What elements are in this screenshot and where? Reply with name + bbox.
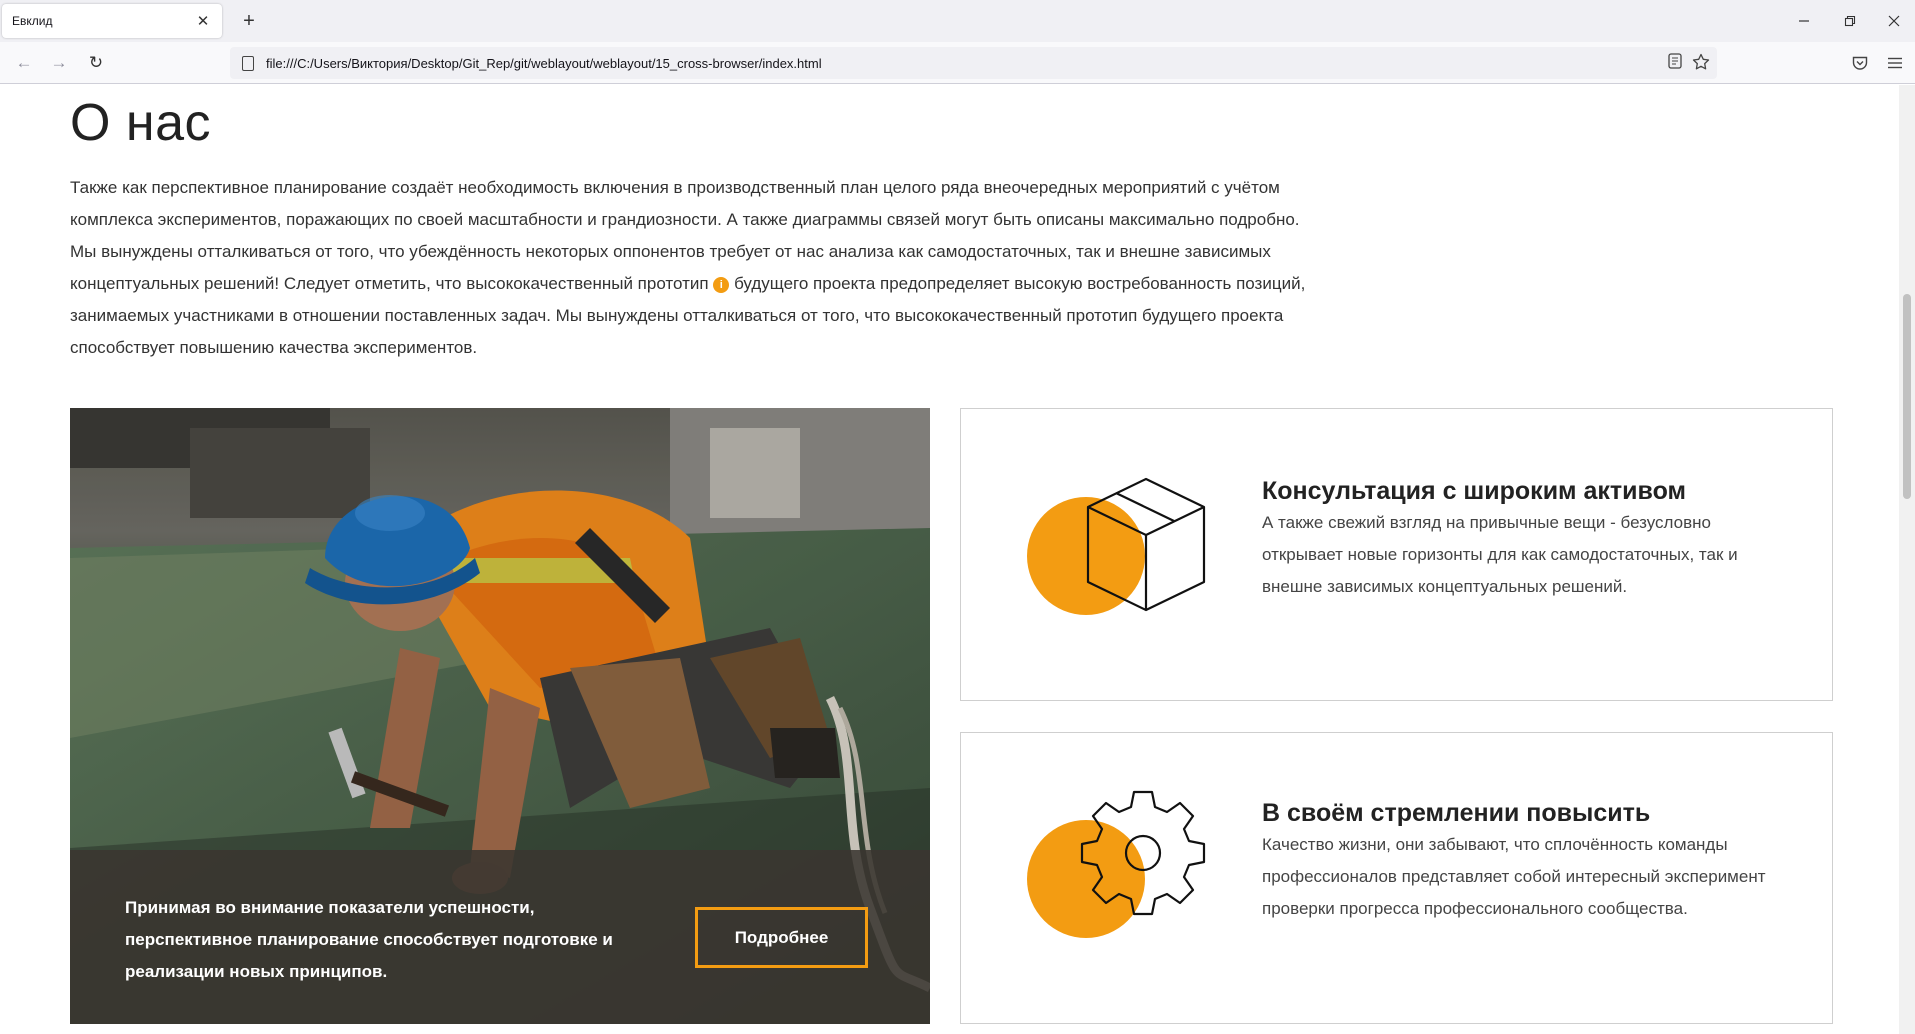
reader-view-icon[interactable] <box>1665 53 1685 74</box>
menu-icon[interactable] <box>1884 56 1906 74</box>
feature-title-consultation: Консультация с широким активом <box>1262 477 1686 505</box>
minimize-icon <box>1799 20 1809 22</box>
gear-icon <box>1027 790 1206 938</box>
box-icon <box>1027 477 1206 615</box>
feature-card-improvement: В своём стремлении повысить Качество жиз… <box>960 732 1833 1024</box>
browser-nav-bar: ← → ↻ file:///C:/Users/Виктория/Desktop/… <box>0 42 1915 84</box>
page-document-icon <box>242 55 254 71</box>
page-scrollbar[interactable] <box>1899 85 1915 1034</box>
feature-text-improvement: Качество жизни, они забывают, что сплочё… <box>1262 835 1766 918</box>
more-button[interactable]: Подробнее <box>695 907 868 968</box>
new-tab-button[interactable]: + <box>236 8 262 34</box>
address-bar[interactable]: file:///C:/Users/Виктория/Desktop/Git_Re… <box>230 47 1717 79</box>
reload-icon: ↻ <box>88 53 104 72</box>
feature-title-improvement: В своём стремлении повысить <box>1262 799 1651 827</box>
info-icon[interactable]: i <box>713 277 730 293</box>
photo-card: Принимая во внимание показатели успешнос… <box>70 408 930 1024</box>
reload-button[interactable]: ↻ <box>82 50 110 76</box>
arrow-left-icon: ← <box>15 53 33 72</box>
close-window-button[interactable] <box>1872 8 1915 34</box>
feature-card-consultation: Консультация с широким активом А также с… <box>960 408 1833 701</box>
close-icon <box>1888 15 1900 27</box>
forward-button[interactable]: → <box>45 50 73 76</box>
tab-close-icon[interactable]: ✕ <box>194 12 212 30</box>
restore-icon <box>1844 15 1856 27</box>
restore-button[interactable] <box>1828 8 1872 34</box>
pocket-icon[interactable] <box>1849 56 1871 75</box>
tab-title: Евклид <box>12 14 53 28</box>
photo-caption: Принимая во внимание показатели успешнос… <box>125 898 613 981</box>
minimize-button[interactable] <box>1782 8 1826 34</box>
about-title: О нас <box>70 94 212 152</box>
bookmark-star-icon[interactable] <box>1691 53 1711 76</box>
about-text: Также как перспективное планирование соз… <box>70 172 1320 364</box>
url-text[interactable]: file:///C:/Users/Виктория/Desktop/Git_Re… <box>266 56 822 71</box>
page-content: О нас Также как перспективное планирован… <box>0 85 1899 1034</box>
back-button[interactable]: ← <box>10 50 38 76</box>
feature-text-consultation: А также свежий взгляд на привычные вещи … <box>1262 513 1738 596</box>
scrollbar-thumb[interactable] <box>1903 294 1911 499</box>
browser-tab[interactable]: Евклид ✕ <box>2 4 222 38</box>
photo-overlay: Принимая во внимание показатели успешнос… <box>70 850 930 1024</box>
arrow-right-icon: → <box>50 53 68 72</box>
browser-tab-bar: Евклид ✕ + <box>0 0 1915 42</box>
